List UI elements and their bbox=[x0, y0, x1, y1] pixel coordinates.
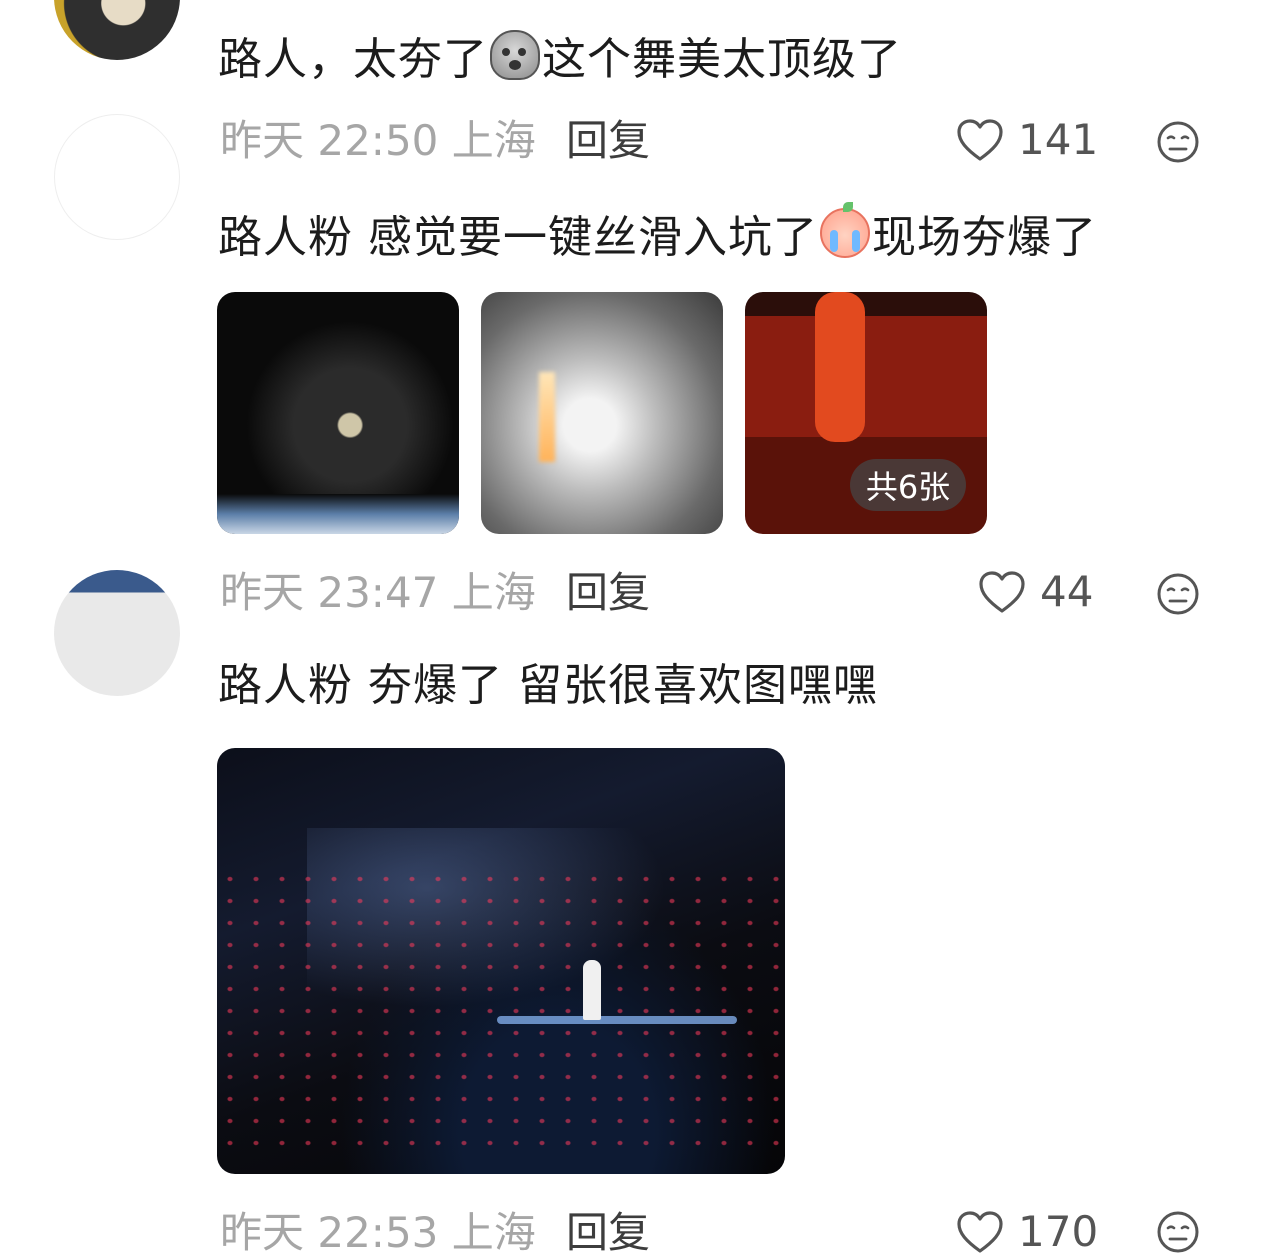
comment-image[interactable] bbox=[217, 748, 785, 1174]
dislike-face-icon[interactable] bbox=[1156, 120, 1200, 164]
comment-image-thumbnail[interactable] bbox=[217, 292, 459, 534]
like-count: 170 bbox=[1018, 1207, 1099, 1256]
like-button[interactable]: 44 bbox=[978, 570, 1093, 614]
comment-meta: 昨天 22:50 上海 bbox=[220, 116, 536, 165]
comment-meta: 昨天 23:47 上海 bbox=[220, 568, 536, 617]
commenter-avatar[interactable] bbox=[54, 570, 180, 696]
reply-button[interactable]: 回复 bbox=[566, 120, 650, 162]
comment-text: 路人粉 感觉要一键丝滑入坑了 现场夯爆了 bbox=[218, 202, 1097, 263]
comment-meta: 昨天 22:53 上海 bbox=[220, 1208, 536, 1257]
crying-emoji-icon bbox=[820, 202, 870, 258]
ghost-emoji-icon bbox=[490, 30, 540, 80]
reply-button[interactable]: 回复 bbox=[566, 1212, 650, 1254]
reply-button[interactable]: 回复 bbox=[566, 572, 650, 614]
image-content bbox=[497, 1016, 737, 1024]
like-button[interactable]: 141 bbox=[956, 118, 1098, 162]
comment-text-part: 这个舞美太顶级了 bbox=[542, 34, 902, 85]
heart-icon bbox=[979, 571, 1025, 613]
like-button[interactable]: 170 bbox=[956, 1210, 1098, 1254]
dislike-face-icon[interactable] bbox=[1156, 572, 1200, 616]
image-content bbox=[583, 960, 601, 1020]
comment-text: 路人，太夯了 这个舞美太顶级了 bbox=[218, 30, 902, 82]
heart-icon bbox=[957, 1211, 1003, 1253]
comment-text: 路人粉 夯爆了 留张很喜欢图嘿嘿 bbox=[218, 660, 878, 711]
commenter-avatar[interactable] bbox=[54, 114, 180, 240]
like-count: 44 bbox=[1040, 567, 1094, 616]
image-content bbox=[217, 868, 785, 1148]
dislike-face-icon[interactable] bbox=[1156, 1210, 1200, 1254]
comment-text-part: 路人粉 感觉要一键丝滑入坑了 bbox=[218, 212, 818, 263]
commenter-avatar[interactable] bbox=[54, 0, 180, 60]
image-count-badge[interactable]: 共6张 bbox=[850, 459, 966, 511]
heart-icon bbox=[957, 119, 1003, 161]
comment-text-part: 现场夯爆了 bbox=[872, 212, 1097, 263]
like-count: 141 bbox=[1018, 115, 1099, 164]
comment-image-thumbnail[interactable] bbox=[481, 292, 723, 534]
comment-text-part: 路人，太夯了 bbox=[218, 34, 488, 85]
